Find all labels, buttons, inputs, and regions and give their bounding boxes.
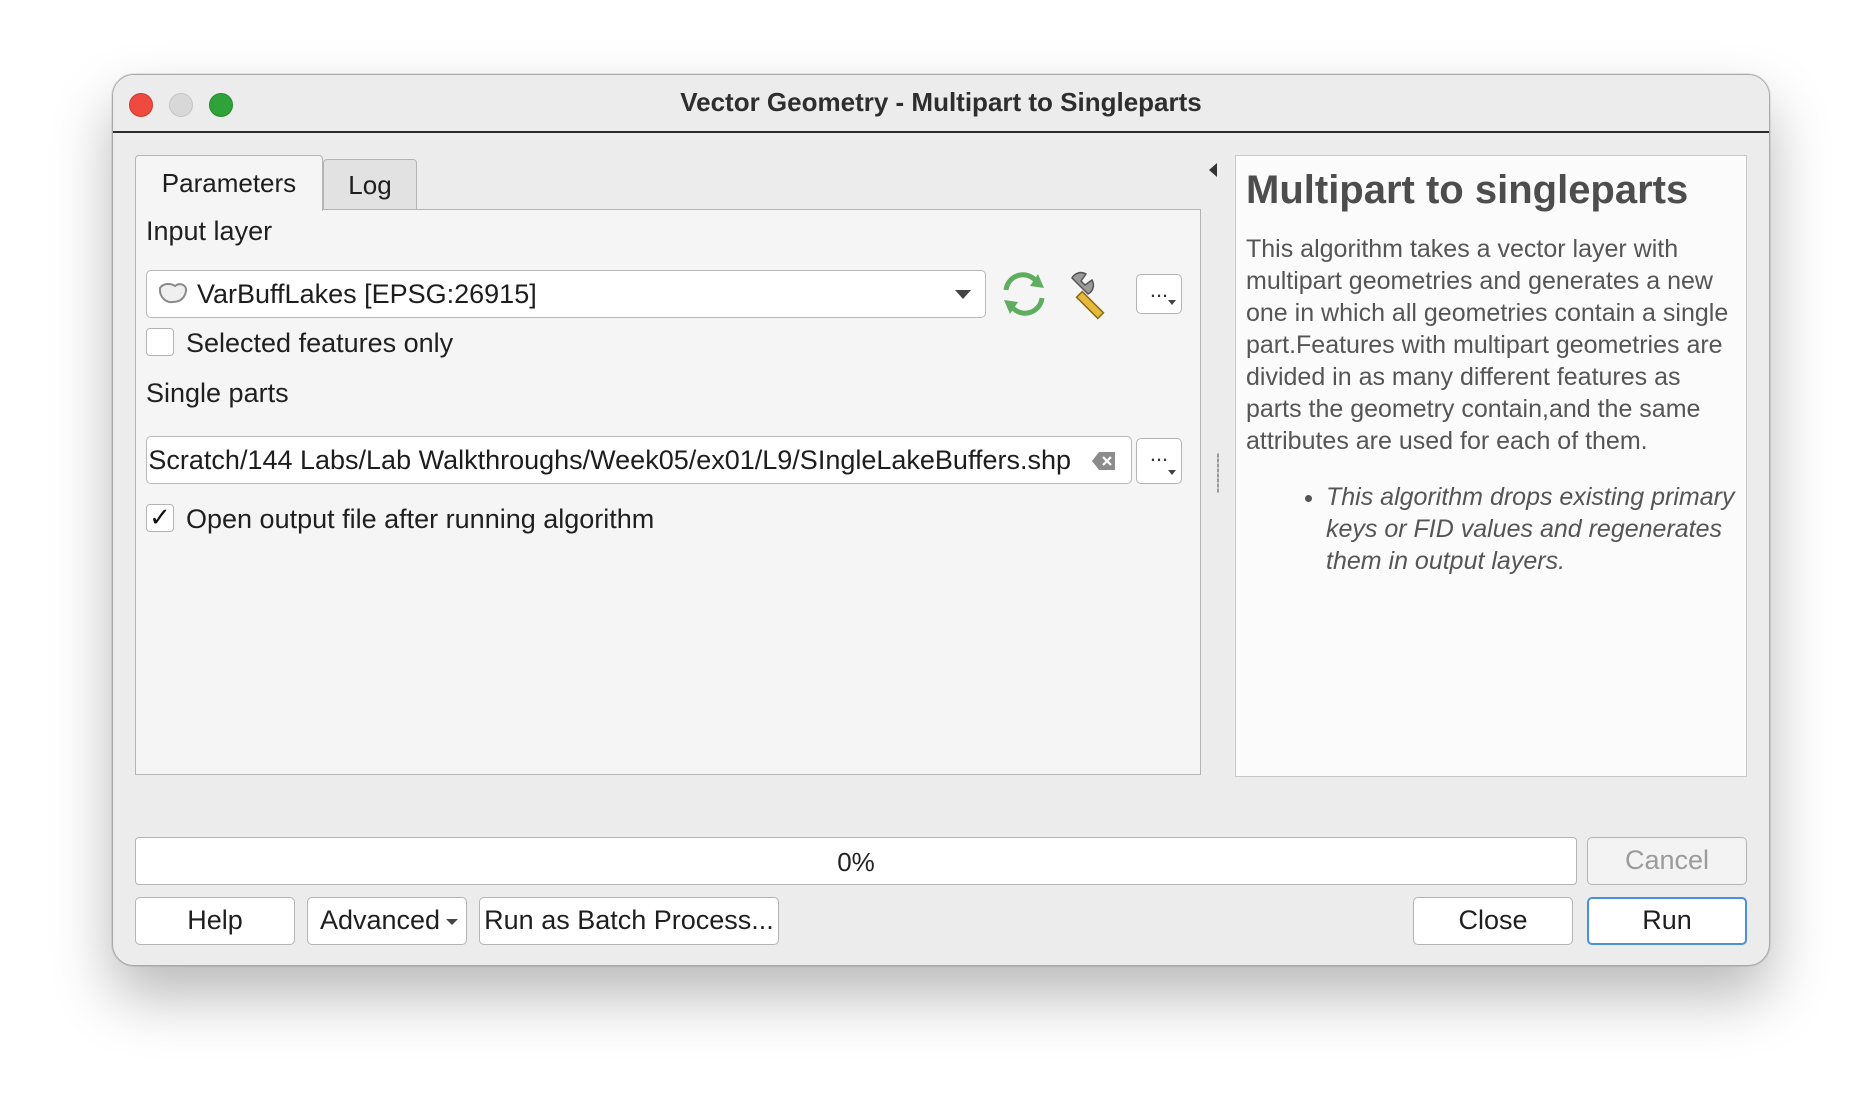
single-parts-path: Scratch/144 Labs/Lab Walkthroughs/Week05… [148,445,1071,475]
help-panel: Multipart to singleparts This algorithm … [1235,155,1747,777]
input-layer-combobox[interactable]: VarBuffLakes [EPSG:26915] [146,270,986,318]
open-output-label[interactable]: Open output file after running algorithm [186,504,654,535]
single-parts-output-field[interactable]: Scratch/144 Labs/Lab Walkthroughs/Week05… [146,436,1132,484]
ellipsis-icon: ... [1149,277,1169,302]
selected-features-label[interactable]: Selected features only [186,328,453,359]
single-parts-options-button[interactable]: ... [1136,438,1182,484]
close-button[interactable]: Close [1413,897,1573,945]
chevron-down-icon[interactable] [955,290,971,299]
run-button[interactable]: Run [1587,897,1747,945]
cancel-button[interactable]: Cancel [1587,837,1747,885]
checkmark-icon: ✓ [149,502,171,532]
ellipsis-icon: ... [1149,441,1169,466]
progress-bar: 0% [135,837,1577,885]
advanced-button[interactable]: Advanced [307,897,467,945]
chevron-down-icon [446,919,458,925]
dialog-window: Vector Geometry - Multipart to Singlepar… [112,74,1770,966]
wrench-icon[interactable] [1066,268,1118,320]
progress-text: 0% [837,847,875,877]
help-note: This algorithm drops existing primary ke… [1326,481,1736,577]
splitter-handle[interactable] [1217,453,1219,493]
collapse-help-arrow-icon[interactable] [1209,163,1217,177]
title-bar[interactable]: Vector Geometry - Multipart to Singlepar… [113,75,1769,133]
input-layer-value: VarBuffLakes [EPSG:26915] [197,279,537,309]
help-heading: Multipart to singleparts [1246,168,1689,212]
help-notes: This algorithm drops existing primary ke… [1326,481,1736,577]
help-description: This algorithm takes a vector layer with… [1246,235,1729,455]
polygon-layer-icon [158,282,188,304]
input-layer-options-button[interactable]: ... [1136,274,1182,314]
clear-text-icon[interactable] [1091,450,1117,472]
tab-parameters[interactable]: Parameters [135,155,323,211]
window-title: Vector Geometry - Multipart to Singlepar… [680,87,1202,117]
open-output-checkbox[interactable]: ✓ [146,504,174,532]
tab-log[interactable]: Log [323,159,417,211]
single-parts-label: Single parts [146,378,289,408]
input-layer-label: Input layer [146,216,273,246]
advanced-label: Advanced [319,905,441,935]
run-batch-button[interactable]: Run as Batch Process... [479,897,779,945]
chevron-down-icon [1168,300,1176,305]
chevron-down-icon [1168,470,1176,475]
parameters-panel: Input layer VarBuffLakes [EPSG:26915] ..… [135,209,1201,775]
help-button[interactable]: Help [135,897,295,945]
selected-features-checkbox[interactable] [146,328,174,356]
refresh-icon[interactable] [998,268,1050,320]
